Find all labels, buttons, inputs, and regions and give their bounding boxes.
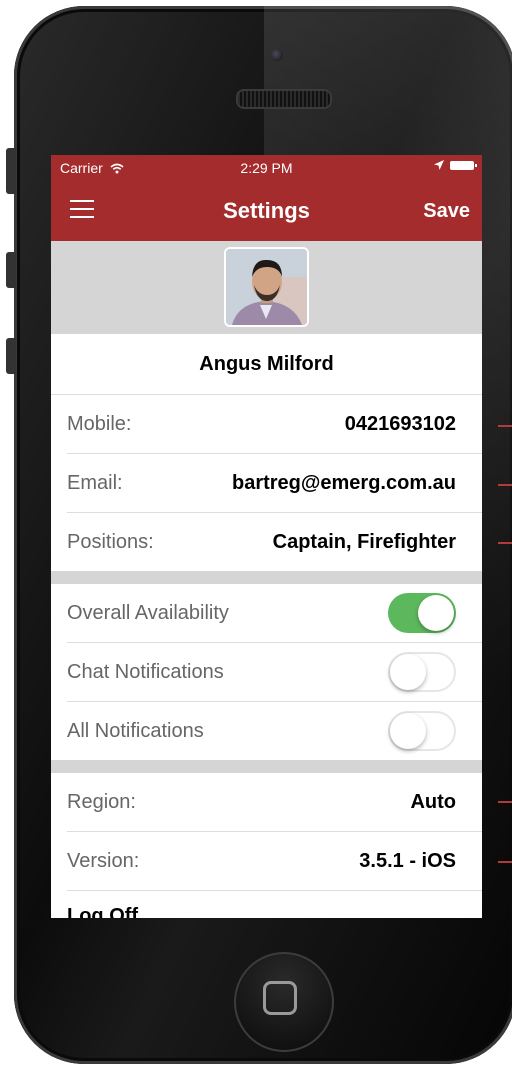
info-value: 3.5.1 - iOS <box>359 849 456 872</box>
all-notifications-toggle[interactable] <box>388 711 456 751</box>
home-square-icon <box>263 981 297 1015</box>
detail-value: 0421693102 <box>344 412 456 435</box>
overall-availability-toggle[interactable] <box>388 593 456 633</box>
save-button[interactable]: Save <box>423 200 470 223</box>
callout-tick <box>498 861 512 863</box>
callout-tick <box>498 425 512 427</box>
volume-up-button[interactable] <box>6 252 16 288</box>
info-row-version: Version: 3.5.1 - iOS <box>67 832 482 891</box>
status-bar: Carrier 2:29 PM <box>51 155 482 181</box>
detail-label: Positions: <box>67 530 154 553</box>
detail-value: Captain, Firefighter <box>272 530 456 553</box>
toggle-label: Overall Availability <box>67 601 229 624</box>
toggle-label: All Notifications <box>67 719 204 742</box>
status-time: 2:29 PM <box>240 160 293 176</box>
callout-tick <box>498 484 512 486</box>
callout-tick <box>498 542 512 544</box>
detail-row-positions[interactable]: Positions: Captain, Firefighter <box>67 513 482 571</box>
section-separator <box>51 760 482 773</box>
front-camera <box>271 49 283 61</box>
toggle-label: Chat Notifications <box>67 660 224 683</box>
detail-value: bartreg@emerg.com.au <box>231 471 456 494</box>
avatar[interactable] <box>224 247 309 327</box>
log-off-button[interactable]: Log Off <box>67 891 482 918</box>
page-title: Settings <box>223 198 310 223</box>
volume-down-button[interactable] <box>6 338 16 374</box>
profile-photo-band <box>51 241 482 334</box>
chat-notifications-toggle[interactable] <box>388 652 456 692</box>
info-row-region[interactable]: Region: Auto <box>67 773 482 832</box>
detail-label: Email: <box>67 471 123 494</box>
callout-tick <box>498 801 512 803</box>
detail-row-email[interactable]: Email: bartreg@emerg.com.au <box>67 454 482 513</box>
avatar-portrait <box>226 249 307 325</box>
app-screen: Carrier 2:29 PM Settings Save Angus Milf… <box>51 155 482 918</box>
detail-label: Mobile: <box>67 412 132 435</box>
nav-bar: Settings Save <box>51 181 482 241</box>
info-label: Version: <box>67 849 140 872</box>
toggle-row-all-notifications: All Notifications <box>67 702 482 760</box>
battery-icon <box>450 160 477 170</box>
info-label: Region: <box>67 790 136 813</box>
detail-row-mobile[interactable]: Mobile: 0421693102 <box>67 395 482 454</box>
toggle-row-overall-availability: Overall Availability <box>67 584 482 643</box>
mute-switch[interactable] <box>6 148 16 194</box>
earpiece-speaker <box>236 89 332 109</box>
toggle-row-chat-notifications: Chat Notifications <box>67 643 482 702</box>
info-value: Auto <box>410 790 456 813</box>
status-right <box>434 160 477 170</box>
profile-name: Angus Milford <box>51 334 482 395</box>
section-separator <box>51 571 482 584</box>
location-arrow-icon <box>434 160 444 170</box>
